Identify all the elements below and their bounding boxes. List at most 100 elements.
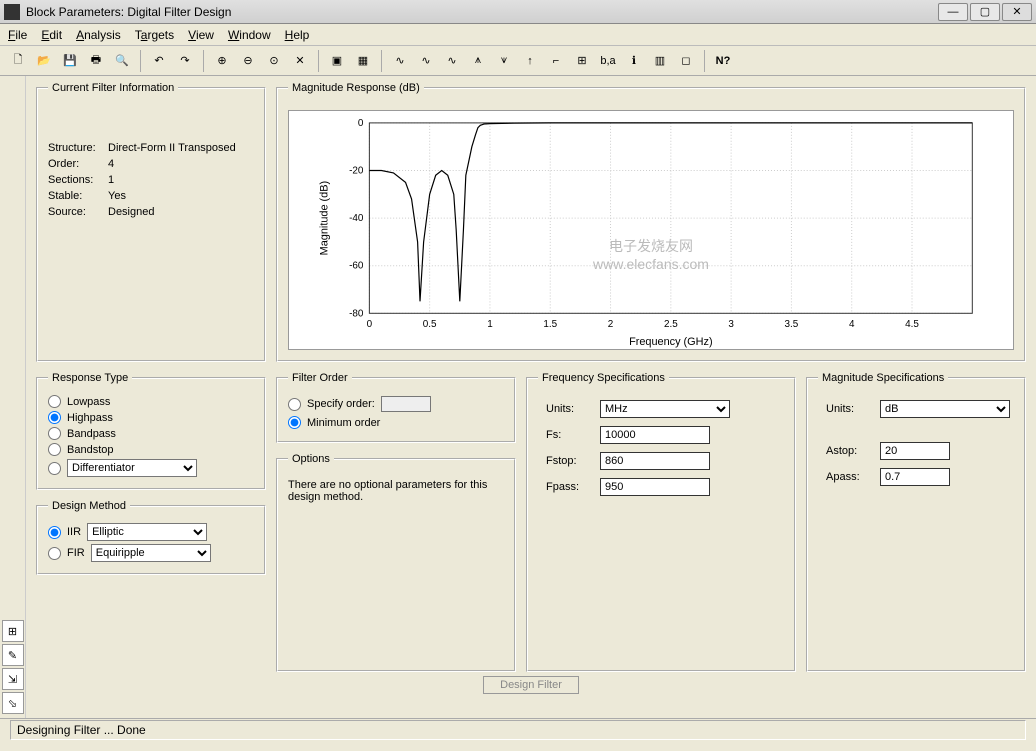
phase-delay-icon[interactable]: ⩛ [492, 49, 516, 73]
svg-text:2.5: 2.5 [664, 319, 678, 330]
step-icon[interactable]: ⌐ [544, 49, 568, 73]
minimize-button[interactable]: — [938, 3, 968, 21]
realize-model-icon[interactable]: ⊞ [2, 620, 24, 642]
specify-order-input[interactable] [381, 396, 431, 412]
options-legend: Options [288, 453, 334, 465]
pole-zero-editor-icon[interactable]: ✎ [2, 644, 24, 666]
menu-analysis[interactable]: Analysis [76, 28, 121, 42]
freq-units-select[interactable]: MHz [600, 400, 730, 418]
window-title: Block Parameters: Digital Filter Design [26, 5, 938, 19]
close-button[interactable]: ✕ [1002, 3, 1032, 21]
lowpass-radio[interactable]: Lowpass [48, 395, 254, 408]
menu-edit[interactable]: Edit [41, 28, 62, 42]
mag-resp-icon[interactable]: ∿ [388, 49, 412, 73]
status-text: Designing Filter ... Done [10, 720, 1026, 740]
redo-icon[interactable]: ↷ [173, 49, 197, 73]
highpass-radio[interactable]: Highpass [48, 411, 254, 424]
zoom-in-icon[interactable]: ⊕ [210, 49, 234, 73]
bandstop-radio[interactable]: Bandstop [48, 443, 254, 456]
maximize-button[interactable]: ▢ [970, 3, 1000, 21]
import-filter-icon[interactable]: ⇲ [2, 668, 24, 690]
coefficients-icon[interactable]: b,a [596, 49, 620, 73]
source-value: Designed [108, 206, 254, 218]
astop-input[interactable] [880, 442, 950, 460]
apass-label: Apass: [826, 471, 876, 483]
other-type-radio[interactable]: Differentiator [48, 459, 254, 477]
round-off-icon[interactable]: ◻ [674, 49, 698, 73]
menu-view[interactable]: View [188, 28, 214, 42]
forder-legend: Filter Order [288, 372, 352, 384]
new-icon[interactable]: 🗋 [6, 49, 30, 73]
fstop-label: Fstop: [546, 455, 596, 467]
svg-text:3.5: 3.5 [785, 319, 799, 330]
fpass-input[interactable] [600, 478, 710, 496]
svg-text:3: 3 [728, 319, 734, 330]
other-type-select[interactable]: Differentiator [67, 459, 197, 477]
plot-area[interactable]: 00.511.522.533.544.50-20-40-60-80Frequen… [288, 110, 1014, 350]
iir-radio[interactable]: IIR Elliptic [48, 523, 254, 541]
source-label: Source: [48, 206, 108, 218]
design-method: Design Method IIR Elliptic FIR Equirippl… [36, 500, 266, 575]
open-icon[interactable]: 📂 [32, 49, 56, 73]
specify-order-radio[interactable]: Specify order: [288, 396, 504, 412]
svg-text:0.5: 0.5 [423, 319, 437, 330]
help-icon[interactable]: N? [711, 49, 735, 73]
save-icon[interactable]: 💾 [58, 49, 82, 73]
design-filter-button[interactable]: Design Filter [483, 676, 579, 694]
menu-window[interactable]: Window [228, 28, 271, 42]
mag-units-label: Units: [826, 403, 876, 415]
current-filter-info: Current Filter Information Structure: Di… [36, 82, 266, 362]
zoom-out-icon[interactable]: ⊖ [236, 49, 260, 73]
group-delay-icon[interactable]: ⩚ [466, 49, 490, 73]
magphase-icon[interactable]: ∿ [440, 49, 464, 73]
toolbar: 🗋 📂 💾 🖶 🔍 ↶ ↷ ⊕ ⊖ ⊙ ✕ ▣ ▦ ∿ ∿ ∿ ⩚ ⩛ ↑ ⌐ … [0, 46, 1036, 76]
zoom-xy-icon[interactable]: ✕ [288, 49, 312, 73]
svg-text:0: 0 [367, 319, 373, 330]
mag-units-select[interactable]: dB [880, 400, 1010, 418]
bandpass-radio[interactable]: Bandpass [48, 427, 254, 440]
print-icon[interactable]: 🖶 [84, 49, 108, 73]
impulse-icon[interactable]: ↑ [518, 49, 542, 73]
svg-text:4.5: 4.5 [905, 319, 919, 330]
structure-label: Structure: [48, 142, 108, 154]
print-preview-icon[interactable]: 🔍 [110, 49, 134, 73]
order-value: 4 [108, 158, 254, 170]
side-toolbar: ⊞ ✎ ⇲ ⬂ [0, 76, 26, 718]
freqspec-legend: Frequency Specifications [538, 372, 669, 384]
response-type: Response Type Lowpass Highpass Bandpass … [36, 372, 266, 490]
magspec-legend: Magnitude Specifications [818, 372, 948, 384]
polezero-icon[interactable]: ⊞ [570, 49, 594, 73]
apass-input[interactable] [880, 468, 950, 486]
minimum-order-radio[interactable]: Minimum order [288, 416, 504, 429]
astop-label: Astop: [826, 445, 876, 457]
filter-specs-icon[interactable]: ▥ [648, 49, 672, 73]
app-icon [4, 4, 20, 20]
fs-input[interactable] [600, 426, 710, 444]
fir-radio[interactable]: FIR Equiripple [48, 544, 254, 562]
svg-text:-80: -80 [349, 308, 364, 319]
dmethod-legend: Design Method [48, 500, 130, 512]
window-icon[interactable]: ▣ [325, 49, 349, 73]
undo-icon[interactable]: ↶ [147, 49, 171, 73]
titlebar: Block Parameters: Digital Filter Design … [0, 0, 1036, 24]
svg-text:Frequency (GHz): Frequency (GHz) [629, 336, 713, 348]
svg-text:-20: -20 [349, 165, 364, 176]
fir-select[interactable]: Equiripple [91, 544, 211, 562]
svg-text:Magnitude (dB): Magnitude (dB) [319, 181, 331, 255]
iir-select[interactable]: Elliptic [87, 523, 207, 541]
svg-text:-40: -40 [349, 213, 364, 224]
menu-targets[interactable]: Targets [135, 28, 174, 42]
menu-help[interactable]: Help [285, 28, 310, 42]
filter-viz-icon[interactable]: ▦ [351, 49, 375, 73]
menu-file[interactable]: File [8, 28, 27, 42]
menubar: File Edit Analysis Targets View Window H… [0, 24, 1036, 46]
resptype-legend: Response Type [48, 372, 132, 384]
zoom-full-icon[interactable]: ⊙ [262, 49, 286, 73]
options: Options There are no optional parameters… [276, 453, 516, 672]
design-filter-icon[interactable]: ⬂ [2, 692, 24, 714]
order-label: Order: [48, 158, 108, 170]
phase-resp-icon[interactable]: ∿ [414, 49, 438, 73]
info-icon[interactable]: ℹ [622, 49, 646, 73]
svg-text:0: 0 [358, 118, 364, 129]
fstop-input[interactable] [600, 452, 710, 470]
